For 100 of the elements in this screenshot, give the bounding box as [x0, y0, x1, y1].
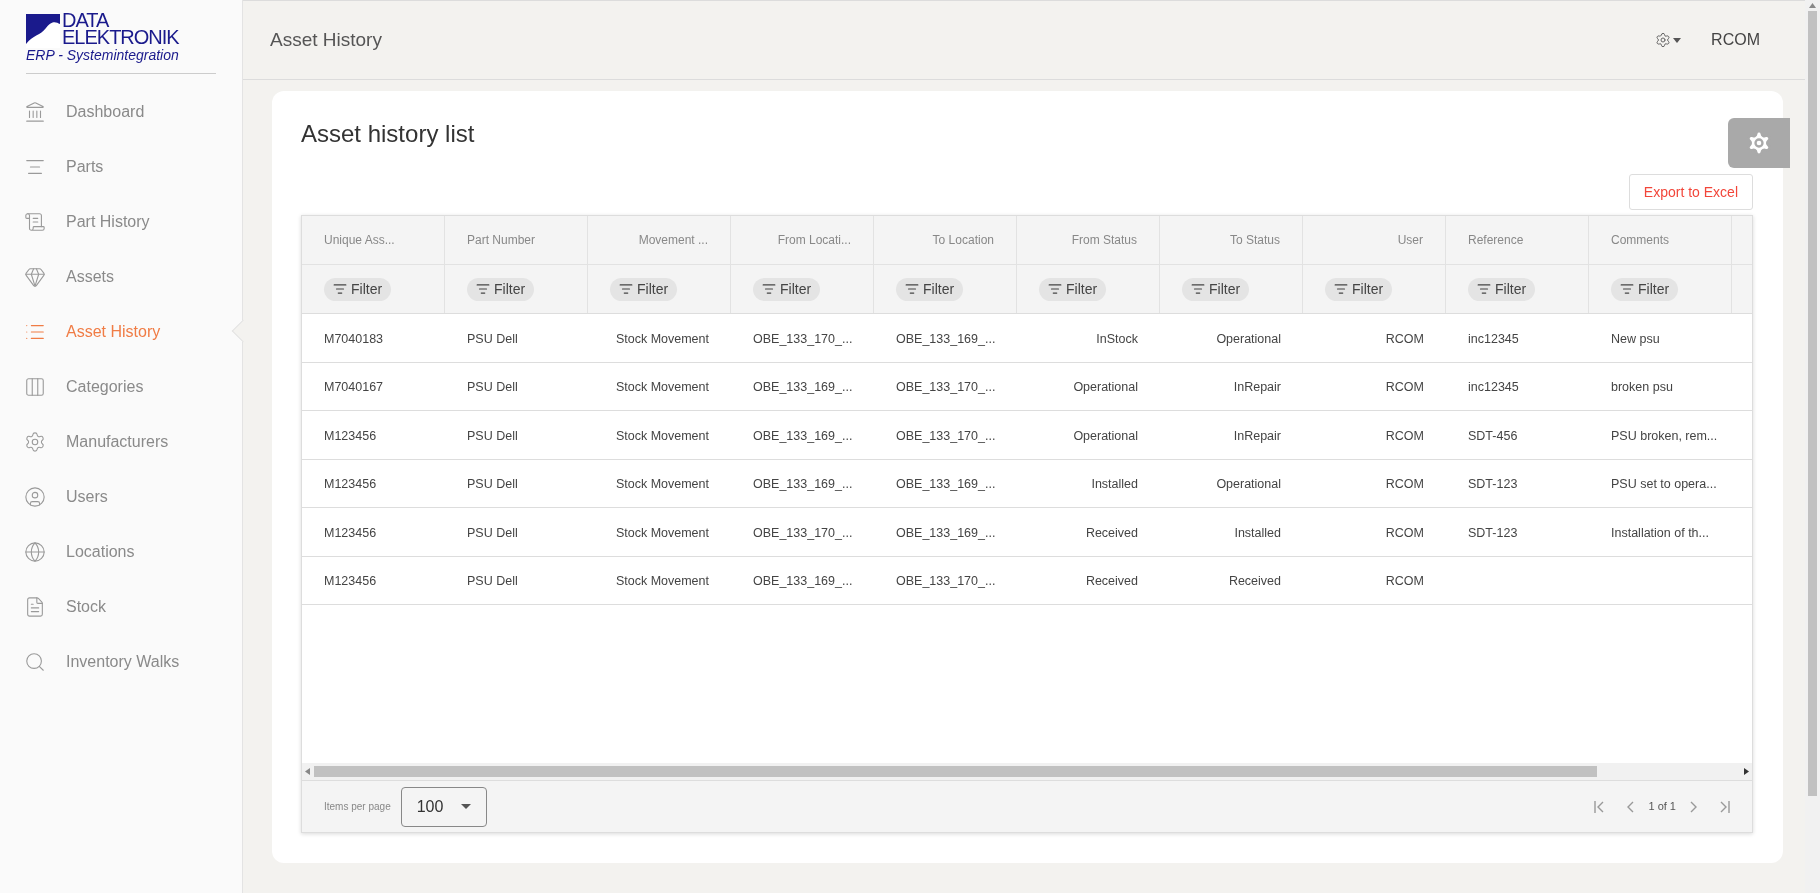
next-page-button[interactable]	[1688, 800, 1698, 813]
column-header[interactable]: Movement ...	[638, 231, 708, 249]
globe-icon	[24, 540, 46, 563]
table-cell: RCOM	[1385, 331, 1424, 346]
table-cell: InRepair	[1233, 428, 1281, 443]
items-per-page-label: Items per page	[324, 800, 391, 814]
column-header[interactable]: To Status	[1229, 231, 1280, 249]
settings-icon	[1655, 32, 1672, 48]
last-page-button[interactable]	[1720, 800, 1730, 813]
first-page-button[interactable]	[1594, 800, 1605, 813]
table-cell: broken psu	[1611, 380, 1673, 395]
table-row[interactable]: M7040167 PSU Dell Stock Movement OBE_133_169_... OBE_133_170_... Operational InRepair RCOM inc12345 broken psu	[302, 362, 1752, 411]
document-icon	[24, 210, 46, 233]
filter-button[interactable]: Filter	[753, 277, 821, 301]
table-cell: OBE_133_170_...	[896, 574, 996, 589]
search-icon	[24, 650, 46, 673]
table-cell: Stock Movement	[615, 428, 709, 443]
filter-button[interactable]: Filter	[1325, 277, 1393, 301]
caret-icon	[460, 804, 471, 809]
column-header[interactable]: User	[1397, 231, 1423, 249]
table-cell: OBE_133_170_...	[753, 331, 853, 346]
table-cell: SDT-123	[1468, 525, 1518, 540]
table-cell: Stock Movement	[615, 380, 709, 395]
table-cell: OBE_133_169_...	[896, 331, 996, 346]
page-size-dropdown[interactable]: 100	[400, 786, 487, 827]
column-header[interactable]: Part Number	[467, 231, 536, 249]
settings-menu-button[interactable]	[1655, 32, 1682, 48]
table-cell: M7040183	[324, 331, 384, 346]
filter-button[interactable]: Filter	[1182, 277, 1250, 301]
filter-button[interactable]: Filter	[1468, 277, 1536, 301]
scrollbar-thumb[interactable]	[1808, 11, 1817, 796]
table-cell: OBE_133_170_...	[896, 380, 996, 395]
settings-tab-button[interactable]	[1728, 118, 1790, 168]
table-cell: Installed	[1091, 477, 1138, 492]
nav-item[interactable]: Parts	[0, 139, 242, 194]
table-row[interactable]: M123456 PSU Dell Stock Movement OBE_133_169_... OBE_133_170_... Operational InRepair RCOM SDT-456 PSU broken, rem...	[302, 411, 1752, 460]
column-header[interactable]: Unique Ass...	[324, 231, 395, 249]
table-cell: Installed	[1234, 525, 1281, 540]
filter-icon	[1620, 282, 1634, 296]
table-row[interactable]: M123456 PSU Dell Stock Movement OBE_133_169_... OBE_133_169_... Installed Operational RCOM SDT-123 PSU set to opera...	[302, 459, 1752, 508]
nav-item[interactable]: Users	[0, 469, 242, 524]
caret-icon	[1673, 37, 1682, 43]
nav-item[interactable]: Dashboard	[0, 84, 242, 139]
filter-button[interactable]: Filter	[610, 277, 678, 301]
nav-item[interactable]: Stock	[0, 579, 242, 634]
logo-text: DATA	[62, 12, 109, 29]
nav-item[interactable]: Inventory Walks	[0, 634, 242, 689]
table-cell: PSU Dell	[467, 525, 518, 540]
column-header[interactable]: From Locati...	[777, 231, 851, 249]
table-cell: InRepair	[1233, 380, 1281, 395]
scroll-left-icon	[305, 768, 310, 775]
table-cell: OBE_133_169_...	[753, 574, 853, 589]
filter-button[interactable]: Filter	[324, 277, 392, 301]
nav-item[interactable]: Categories	[0, 359, 242, 414]
table-cell: OBE_133_169_...	[753, 477, 853, 492]
nav-item[interactable]: Asset History	[0, 304, 242, 359]
column-header[interactable]: From Status	[1071, 231, 1137, 249]
scrollbar-thumb[interactable]	[314, 766, 1598, 777]
filter-icon	[476, 282, 490, 296]
first-page-icon	[1594, 800, 1605, 813]
nav-item[interactable]: Locations	[0, 524, 242, 579]
nav-item[interactable]: Manufacturers	[0, 414, 242, 469]
table-row[interactable]: M123456 PSU Dell Stock Movement OBE_133_170_... OBE_133_169_... Received Installed RCOM SDT-123 Installation of th...	[302, 508, 1752, 557]
filter-button[interactable]: Filter	[896, 277, 964, 301]
table-cell: Received	[1228, 574, 1281, 589]
filter-icon	[1191, 282, 1205, 296]
column-header[interactable]: Reference	[1468, 231, 1524, 249]
table-cell: Operational	[1073, 428, 1138, 443]
table-cell: PSU Dell	[467, 477, 518, 492]
export-button[interactable]: Export to Excel	[1628, 174, 1753, 210]
nav-item[interactable]: Part History	[0, 194, 242, 249]
table-row[interactable]: M7040183 PSU Dell Stock Movement OBE_133_170_... OBE_133_169_... InStock Operational RCOM inc12345 New psu	[302, 314, 1752, 363]
horizontal-scrollbar[interactable]	[302, 763, 1752, 780]
table-cell: RCOM	[1385, 525, 1424, 540]
filter-icon	[1048, 282, 1062, 296]
table-cell: PSU broken, rem...	[1611, 428, 1718, 443]
table-row[interactable]: M123456 PSU Dell Stock Movement OBE_133_169_... OBE_133_170_... Received Received RCOM	[302, 556, 1752, 605]
nav-item[interactable]: Assets	[0, 249, 242, 304]
column-header[interactable]: To Location	[932, 231, 994, 249]
card-title: Asset history list	[301, 119, 476, 149]
table-cell: M123456	[324, 477, 377, 492]
gear-icon	[24, 430, 46, 453]
column-header[interactable]: Comments	[1611, 231, 1669, 249]
logo-tagline: ERP - Systemintegration	[26, 48, 180, 63]
table-cell: RCOM	[1385, 477, 1424, 492]
scroll-up-icon	[1809, 3, 1816, 8]
table-cell: OBE_133_170_...	[753, 525, 853, 540]
filter-button[interactable]: Filter	[1611, 277, 1679, 301]
diamond-icon	[24, 265, 46, 288]
filter-button[interactable]: Filter	[467, 277, 535, 301]
filter-icon	[619, 282, 633, 296]
user-name[interactable]: RCOM	[1711, 28, 1760, 52]
table-cell: Received	[1085, 525, 1138, 540]
filter-button[interactable]: Filter	[1039, 277, 1107, 301]
filter-icon	[1477, 282, 1491, 296]
table-cell: PSU Dell	[467, 428, 518, 443]
table-cell: InStock	[1096, 331, 1138, 346]
scroll-right-icon	[1744, 768, 1749, 775]
table-cell: RCOM	[1385, 428, 1424, 443]
columns-icon	[24, 375, 46, 398]
